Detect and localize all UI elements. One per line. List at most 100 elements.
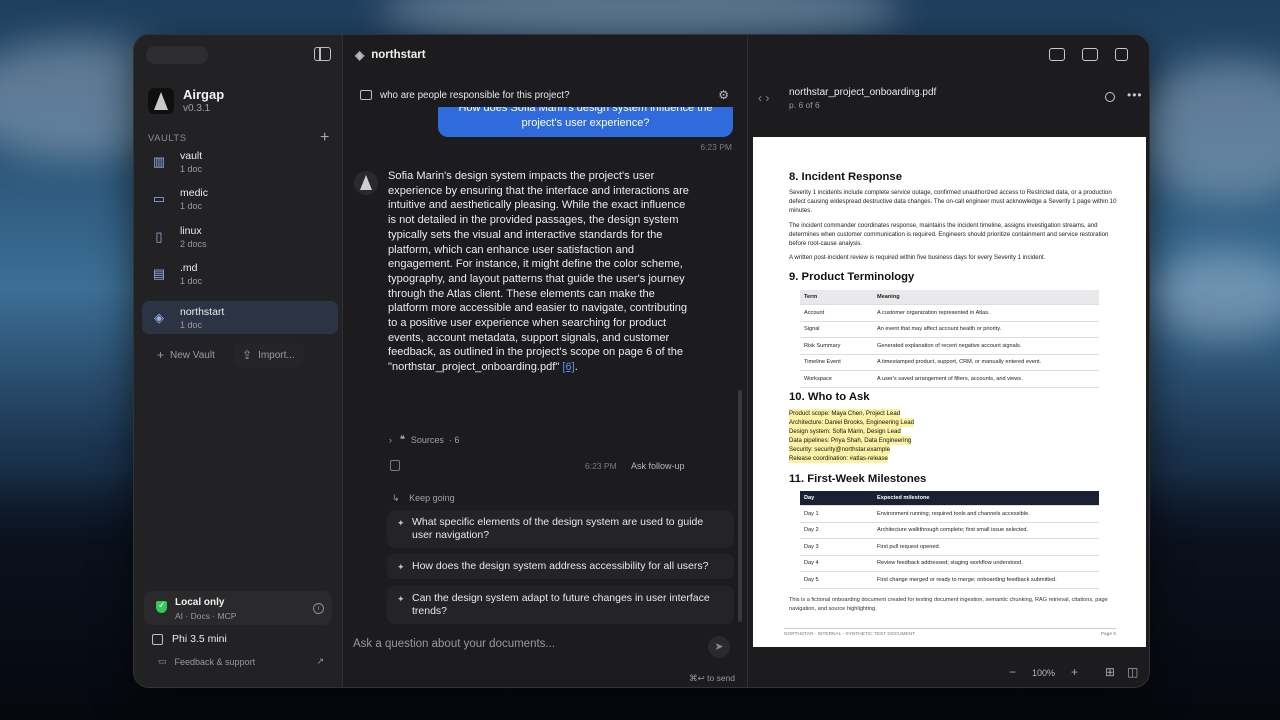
sidebar-item-linux[interactable]: ▯ linux 2 docs xyxy=(142,220,338,253)
sources-count: · 6 xyxy=(448,434,460,445)
table-cell: Day 2 xyxy=(800,522,873,539)
grid-view-icon[interactable]: ⊞ xyxy=(1105,665,1115,679)
document-footnote: This is a fictional onboarding document … xyxy=(789,597,1108,612)
search-icon[interactable] xyxy=(1105,92,1115,102)
table-row: Day 5 First change merged or ready to mer… xyxy=(800,571,1099,589)
model-selector[interactable]: Phi 3.5 mini xyxy=(152,633,227,645)
table-cell: A customer organization represented in A… xyxy=(873,304,1099,322)
window-controls[interactable] xyxy=(146,46,208,64)
graduation-cap-icon: ◈ xyxy=(355,48,365,62)
chat-bubble-icon xyxy=(360,90,372,100)
table-cell: Environment running; required tools and … xyxy=(873,505,1099,523)
highlighted-line: Security: security@northstar.example xyxy=(789,445,891,454)
page-footer: NORTHSTAR - INTERNAL - SYNTHETIC TEST DO… xyxy=(784,628,1116,637)
ask-follow-up-button[interactable]: Ask follow-up xyxy=(631,461,685,471)
suggestion-text: What specific elements of the design sys… xyxy=(412,516,704,541)
chat-scrollbar[interactable] xyxy=(738,390,742,622)
status-card[interactable]: Local only AI · Docs · MCP i xyxy=(144,591,332,625)
sidebar-layout-icon[interactable]: ◫ xyxy=(1127,665,1138,679)
table-cell: A timestamped product, support, CRM, or … xyxy=(873,354,1099,371)
suggestion-button[interactable]: ✦ What specific elements of the design s… xyxy=(387,510,734,548)
left-panel-icon[interactable] xyxy=(1049,48,1065,61)
info-icon[interactable]: i xyxy=(313,603,324,614)
page-nav-arrows-icon[interactable]: ‹ › xyxy=(758,91,769,105)
table-header: Term xyxy=(800,290,873,305)
feedback-label: Feedback & support xyxy=(174,656,256,667)
suggestion-text: Can the design system adapt to future ch… xyxy=(412,592,710,617)
copy-icon[interactable] xyxy=(390,460,400,471)
paragraph: Severity 1 incidents include complete se… xyxy=(789,189,1117,214)
import-button[interactable]: ⇪ Import... xyxy=(233,343,304,367)
conversation-title-bar[interactable]: who are people responsible for this proj… xyxy=(343,83,746,107)
more-options-icon[interactable]: ••• xyxy=(1127,88,1143,102)
table-row: Timeline Event A timestamped product, sup… xyxy=(800,354,1099,371)
sparkle-icon: ✦ xyxy=(397,518,405,528)
chart-icon: ▥ xyxy=(152,153,166,169)
section-heading: 11. First-Week Milestones xyxy=(789,473,927,485)
send-icon[interactable]: ➤ xyxy=(708,636,730,658)
bug-icon[interactable]: ⚙ xyxy=(718,88,729,102)
footer-page-number: Page 6 xyxy=(1100,632,1116,637)
app-version: v0.3.1 xyxy=(183,103,211,114)
milestones-table: Day Expected milestone Day 1 Environment r… xyxy=(800,491,1099,589)
zoom-out-icon[interactable]: − xyxy=(1009,665,1016,679)
vault-count: 1 doc xyxy=(180,200,203,211)
chat-input[interactable]: Ask a question about your documents... ➤ xyxy=(343,630,746,666)
highlighted-line: Release coordination: #atlas-release xyxy=(789,454,888,463)
suggestion-button[interactable]: ✦ Can the design system adapt to future … xyxy=(387,586,734,624)
zoom-toolbar: − 100% + ⊞ ◫ xyxy=(748,657,1149,687)
chat-panel: ◈ northstart who are people responsible … xyxy=(343,35,746,687)
table-cell: A user's saved arrangement of filters, a… xyxy=(873,370,1099,388)
quote-icon: ❝ xyxy=(400,434,405,444)
table-cell: First change merged or ready to merge; o… xyxy=(873,571,1099,589)
user-message-time: 6:23 PM xyxy=(700,142,732,152)
sources-toggle[interactable]: › ❝ Sources · 6 xyxy=(389,434,459,445)
sidebar-toggle-icon[interactable] xyxy=(314,47,331,61)
suggestion-button[interactable]: ✦ How does the design system address acc… xyxy=(387,554,734,579)
feedback-link[interactable]: ▭ Feedback & support ↗ xyxy=(158,656,324,667)
table-cell: Architecture walkthrough complete; first… xyxy=(873,522,1099,539)
table-row: Day 3 First pull request opened. xyxy=(800,538,1099,556)
table-header: Day xyxy=(800,491,873,506)
sparkle-icon: ✦ xyxy=(397,594,405,604)
folder-icon: ▭ xyxy=(152,190,166,206)
vault-name: .md xyxy=(180,261,198,274)
zoom-in-icon[interactable]: + xyxy=(1071,665,1078,679)
sources-label: Sources xyxy=(410,434,444,445)
plus-icon: + xyxy=(157,348,165,362)
new-vault-label: New Vault xyxy=(170,349,215,361)
section-heading: 9. Product Terminology xyxy=(789,271,915,283)
highlighted-line: Design system: Sofia Marin, Design Lead xyxy=(789,427,901,436)
pdf-page[interactable]: 8. Incident Response Severity 1 incident… xyxy=(753,137,1146,647)
chat-input-placeholder: Ask a question about your documents... xyxy=(353,638,556,650)
open-external-icon[interactable] xyxy=(1115,48,1128,61)
terminology-table: Term Meaning Account A customer organizati… xyxy=(800,290,1099,388)
table-cell: Day 5 xyxy=(800,571,873,589)
vault-name: medic xyxy=(180,186,209,199)
table-cell: Day 4 xyxy=(800,555,873,572)
table-cell: Risk Summary xyxy=(800,337,873,355)
document-icon: ▯ xyxy=(155,228,163,244)
sidebar: Airgap v0.3.1 VAULTS + ▥ vault 1 doc ▭ m… xyxy=(134,35,343,687)
sidebar-item-northstart[interactable]: ◈ northstart 1 doc xyxy=(142,301,338,334)
citation-link[interactable]: [6] xyxy=(562,361,574,373)
status-subtitle: AI · Docs · MCP xyxy=(175,611,237,621)
status-title: Local only xyxy=(175,597,225,608)
sidebar-item-vault[interactable]: ▥ vault 1 doc xyxy=(142,145,338,178)
message-list[interactable]: How does Sofia Marin's design system inf… xyxy=(343,107,746,625)
vault-count: 2 docs xyxy=(180,238,207,249)
archive-icon: ▤ xyxy=(152,265,166,281)
right-panel-icon[interactable] xyxy=(1082,48,1098,61)
table-row: Signal An event that may affect account h… xyxy=(800,321,1099,338)
sidebar-item-medic[interactable]: ▭ medic 1 doc xyxy=(142,182,338,215)
vaults-header: VAULTS xyxy=(148,133,187,144)
vault-name: northstart xyxy=(180,305,225,318)
new-vault-button[interactable]: + New Vault xyxy=(148,343,224,367)
pdf-page-indicator: p. 6 of 6 xyxy=(789,100,820,110)
shield-check-icon xyxy=(156,600,167,613)
section-heading: 8. Incident Response xyxy=(789,171,902,183)
model-name: Phi 3.5 mini xyxy=(172,633,227,645)
table-cell: Day 1 xyxy=(800,505,873,523)
sidebar-item-md[interactable]: ▤ .md 1 doc xyxy=(142,257,338,290)
table-row: Risk Summary Generated explanation of rec… xyxy=(800,337,1099,355)
